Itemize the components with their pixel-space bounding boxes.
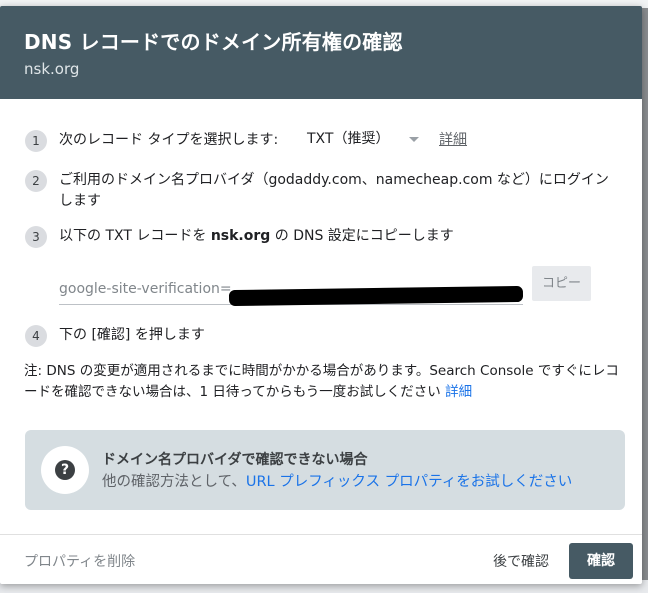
verify-later-button[interactable]: 後で確認 [493,551,549,571]
step-text-1: 次のレコード タイプを選択します: [59,132,279,148]
info-body-prefix: 他の確認方法として、 [102,474,246,490]
footer-divider [0,534,642,535]
txt-record-prefix: google-site-verification= [59,281,232,297]
txt-record-field[interactable]: google-site-verification= [59,274,524,307]
step-number-1: 1 [25,130,47,152]
record-type-details-link[interactable]: 詳細 [439,129,467,149]
verification-dialog: DNS レコードでのドメイン所有権の確認 nsk.org 1 次のレコード タイ… [0,6,642,584]
dialog-subtitle: nsk.org [24,60,80,78]
redacted-verification-token [228,285,524,307]
record-type-selected: TXT（推奨） [307,131,390,147]
dialog-header: DNS レコードでのドメイン所有権の確認 nsk.org [0,6,642,99]
note-details-link[interactable]: 詳細 [445,384,472,400]
alternative-method-box: ? ドメイン名プロバイダで確認できない場合 他の確認方法として、URL プレフィ… [25,430,625,510]
info-body: 他の確認方法として、URL プレフィックス プロパティをお試しください [102,470,572,491]
delete-property-button[interactable]: プロパティを削除 [24,551,135,571]
step-number-4: 4 [25,325,47,347]
step-text-4: 下の [確認] を押します [59,327,205,343]
info-title: ドメイン名プロバイダで確認できない場合 [102,452,368,468]
step-text-3-before: 以下の TXT レコードを [59,228,211,244]
step-number-2: 2 [25,170,47,192]
question-mark-icon: ? [55,460,75,480]
step-text-3-domain: nsk.org [210,228,271,244]
step-text-3: 以下の TXT レコードを nsk.org の DNS 設定にコピーします [59,225,454,245]
record-type-select[interactable]: TXT（推奨） [307,128,420,148]
step-text-3-after: の DNS 設定にコピーします [270,228,454,244]
help-icon-container: ? [41,446,89,494]
chevron-down-icon [409,136,420,142]
dns-propagation-note: 注: DNS の変更が適用されるまでに時間がかかる場合があります。Search … [24,361,624,403]
copy-button[interactable]: コピー [532,266,591,301]
step-text-2-line1: ご利用のドメイン名プロバイダ（godaddy.com、namecheap.com… [59,172,609,188]
step-number-3: 3 [25,226,47,248]
step-text-2-line2: します [59,193,101,209]
verify-button[interactable]: 確認 [569,543,633,579]
note-text: 注: DNS の変更が適用されるまでに時間がかかる場合があります。Search … [24,363,619,400]
dialog-title: DNS レコードでのドメイン所有権の確認 [24,30,403,54]
url-prefix-property-link[interactable]: URL プレフィックス プロパティをお試しください [246,474,572,490]
